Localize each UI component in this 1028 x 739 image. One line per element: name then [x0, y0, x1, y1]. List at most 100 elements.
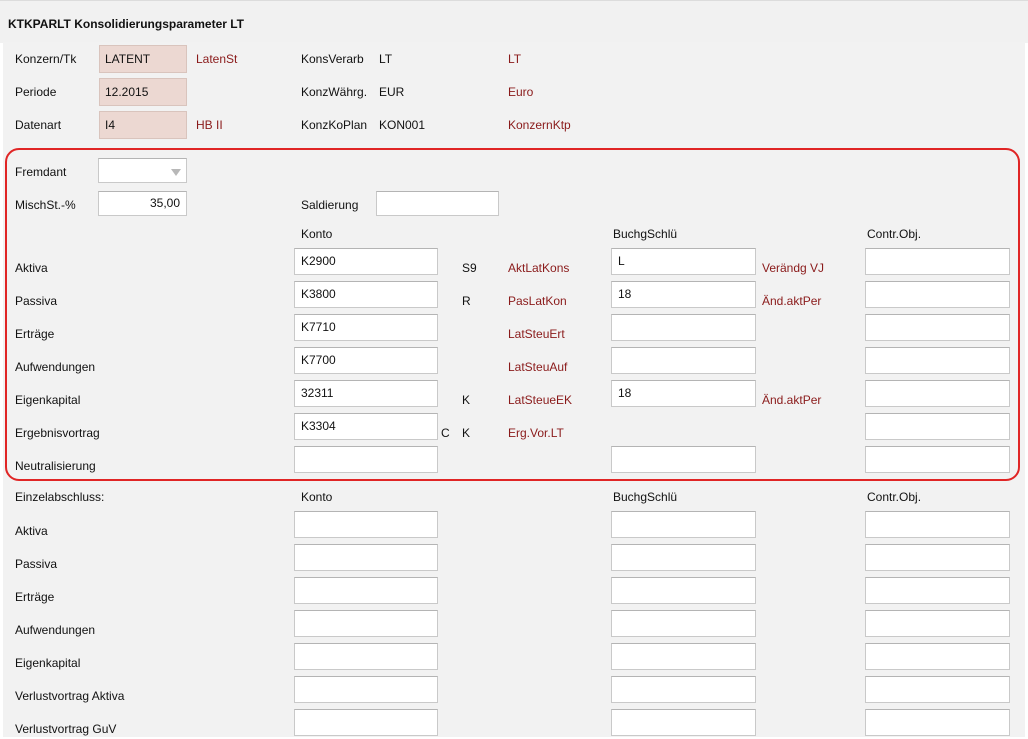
konto-input[interactable]: K3304 [294, 413, 438, 440]
datenart-description: HB II [196, 118, 223, 132]
column-header-contr-obj: Contr.Obj. [867, 227, 922, 241]
konzwaehrg-value: EUR [379, 85, 405, 99]
konto-flag-2: S9 [462, 261, 477, 275]
mischst-input[interactable]: 35,00 [98, 191, 187, 216]
buchgschlue-input[interactable] [611, 347, 756, 374]
konsverarb-value: LT [379, 52, 393, 66]
row-label: Verlustvortrag Aktiva [15, 689, 125, 703]
datenart-label: Datenart [15, 118, 62, 132]
konzwaehrg-description: Euro [508, 85, 534, 99]
table-row: Verlustvortrag Aktiva [3, 676, 1025, 706]
contr-obj-input[interactable] [865, 446, 1010, 473]
konto-input[interactable] [294, 446, 438, 473]
konzkoplan-value: KON001 [379, 118, 426, 132]
table-row: Ergebnisvortrag K3304 C K Erg.Vor.LT [3, 413, 1025, 443]
table-row: Aktiva K2900 S9 AktLatKons L Verändg VJ [3, 248, 1025, 278]
konto-flag-1: C [441, 426, 450, 440]
contr-obj-input[interactable] [865, 347, 1010, 374]
column-header-konto: Konto [301, 227, 333, 241]
einzel-column-header-konto: Konto [301, 490, 333, 504]
periode-label: Periode [15, 85, 57, 99]
table-row: Aktiva [3, 511, 1025, 541]
contr-obj-input[interactable] [865, 248, 1010, 275]
konto-input[interactable] [294, 511, 438, 538]
contr-obj-input[interactable] [865, 380, 1010, 407]
contr-obj-input[interactable] [865, 577, 1010, 604]
contr-obj-input[interactable] [865, 643, 1010, 670]
fremdant-dropdown[interactable] [98, 158, 187, 183]
title-bar: KTKPARLT Konsolidierungsparameter LT [0, 0, 1028, 43]
contr-obj-input[interactable] [865, 709, 1010, 736]
konto-description: PasLatKon [508, 294, 567, 308]
buchgschlue-input[interactable] [611, 643, 756, 670]
konto-input[interactable] [294, 643, 438, 670]
konto-input[interactable] [294, 544, 438, 571]
buchgschlue-input[interactable] [611, 544, 756, 571]
buchgschlue-input[interactable] [611, 676, 756, 703]
row-label: Neutralisierung [15, 459, 96, 473]
contr-obj-input[interactable] [865, 544, 1010, 571]
contr-obj-input[interactable] [865, 281, 1010, 308]
mischst-label: MischSt.-% [15, 198, 76, 212]
konto-flag-2: K [462, 426, 471, 440]
row-label: Erträge [15, 327, 55, 341]
buchgschlue-input[interactable] [611, 446, 756, 473]
buchgschlue-input[interactable]: 18 [611, 380, 756, 407]
konzwaehrg-label: KonzWährg. [301, 85, 368, 99]
table-row: Aufwendungen K7700 LatSteuAuf [3, 347, 1025, 377]
konsverarb-description: LT [508, 52, 522, 66]
einzel-column-header-buchgschlue: BuchgSchlü [613, 490, 678, 504]
konto-input[interactable] [294, 676, 438, 703]
konzern-description: LatenSt [196, 52, 238, 66]
buchgschlue-input[interactable]: L [611, 248, 756, 275]
table-row: Neutralisierung [3, 446, 1025, 476]
buchgschlue-description: Änd.aktPer [762, 294, 822, 308]
contr-obj-input[interactable] [865, 314, 1010, 341]
konto-input[interactable]: K3800 [294, 281, 438, 308]
konto-flag-2: K [462, 393, 471, 407]
buchgschlue-description: Änd.aktPer [762, 393, 822, 407]
einzel-column-header-contr-obj: Contr.Obj. [867, 490, 922, 504]
table-row: Erträge [3, 577, 1025, 607]
konto-description: AktLatKons [508, 261, 570, 275]
saldierung-input[interactable] [376, 191, 499, 216]
page-title: KTKPARLT Konsolidierungsparameter LT [8, 17, 245, 31]
form-panel: Konzern/Tk LATENT LatenSt KonsVerarb LT … [3, 42, 1025, 737]
datenart-field[interactable]: I4 [99, 111, 187, 139]
buchgschlue-input[interactable] [611, 709, 756, 736]
contr-obj-input[interactable] [865, 413, 1010, 440]
buchgschlue-input[interactable] [611, 314, 756, 341]
table-row: Verlustvortrag GuV [3, 709, 1025, 739]
table-row: Passiva [3, 544, 1025, 574]
konto-description: LatSteuErt [508, 327, 565, 341]
konto-input[interactable] [294, 709, 438, 736]
fremdant-label: Fremdant [15, 165, 67, 179]
konto-description: Erg.Vor.LT [508, 426, 564, 440]
buchgschlue-input[interactable] [611, 610, 756, 637]
konzern-field[interactable]: LATENT [99, 45, 187, 73]
buchgschlue-input[interactable]: 18 [611, 281, 756, 308]
table-row: Passiva K3800 R PasLatKon 18 Änd.aktPer [3, 281, 1025, 311]
konto-input[interactable] [294, 610, 438, 637]
contr-obj-input[interactable] [865, 610, 1010, 637]
row-label: Erträge [15, 590, 55, 604]
table-row: Eigenkapital 32311 K LatSteueEK 18 Änd.aktPer [3, 380, 1025, 410]
contr-obj-input[interactable] [865, 511, 1010, 538]
chevron-down-icon[interactable] [171, 169, 181, 176]
einzelabschluss-label: Einzelabschluss: [15, 490, 105, 504]
row-label: Eigenkapital [15, 393, 81, 407]
konto-input[interactable]: K7700 [294, 347, 438, 374]
konto-input[interactable]: K7710 [294, 314, 438, 341]
konto-input[interactable]: 32311 [294, 380, 438, 407]
konto-input[interactable]: K2900 [294, 248, 438, 275]
contr-obj-input[interactable] [865, 676, 1010, 703]
row-label: Aktiva [15, 261, 48, 275]
konto-flag-2: R [462, 294, 471, 308]
periode-field[interactable]: 12.2015 [99, 78, 187, 106]
buchgschlue-description: Verändg VJ [762, 261, 825, 275]
buchgschlue-input[interactable] [611, 511, 756, 538]
konto-input[interactable] [294, 577, 438, 604]
buchgschlue-input[interactable] [611, 577, 756, 604]
table-row: Erträge K7710 LatSteuErt [3, 314, 1025, 344]
row-label: Aktiva [15, 524, 48, 538]
